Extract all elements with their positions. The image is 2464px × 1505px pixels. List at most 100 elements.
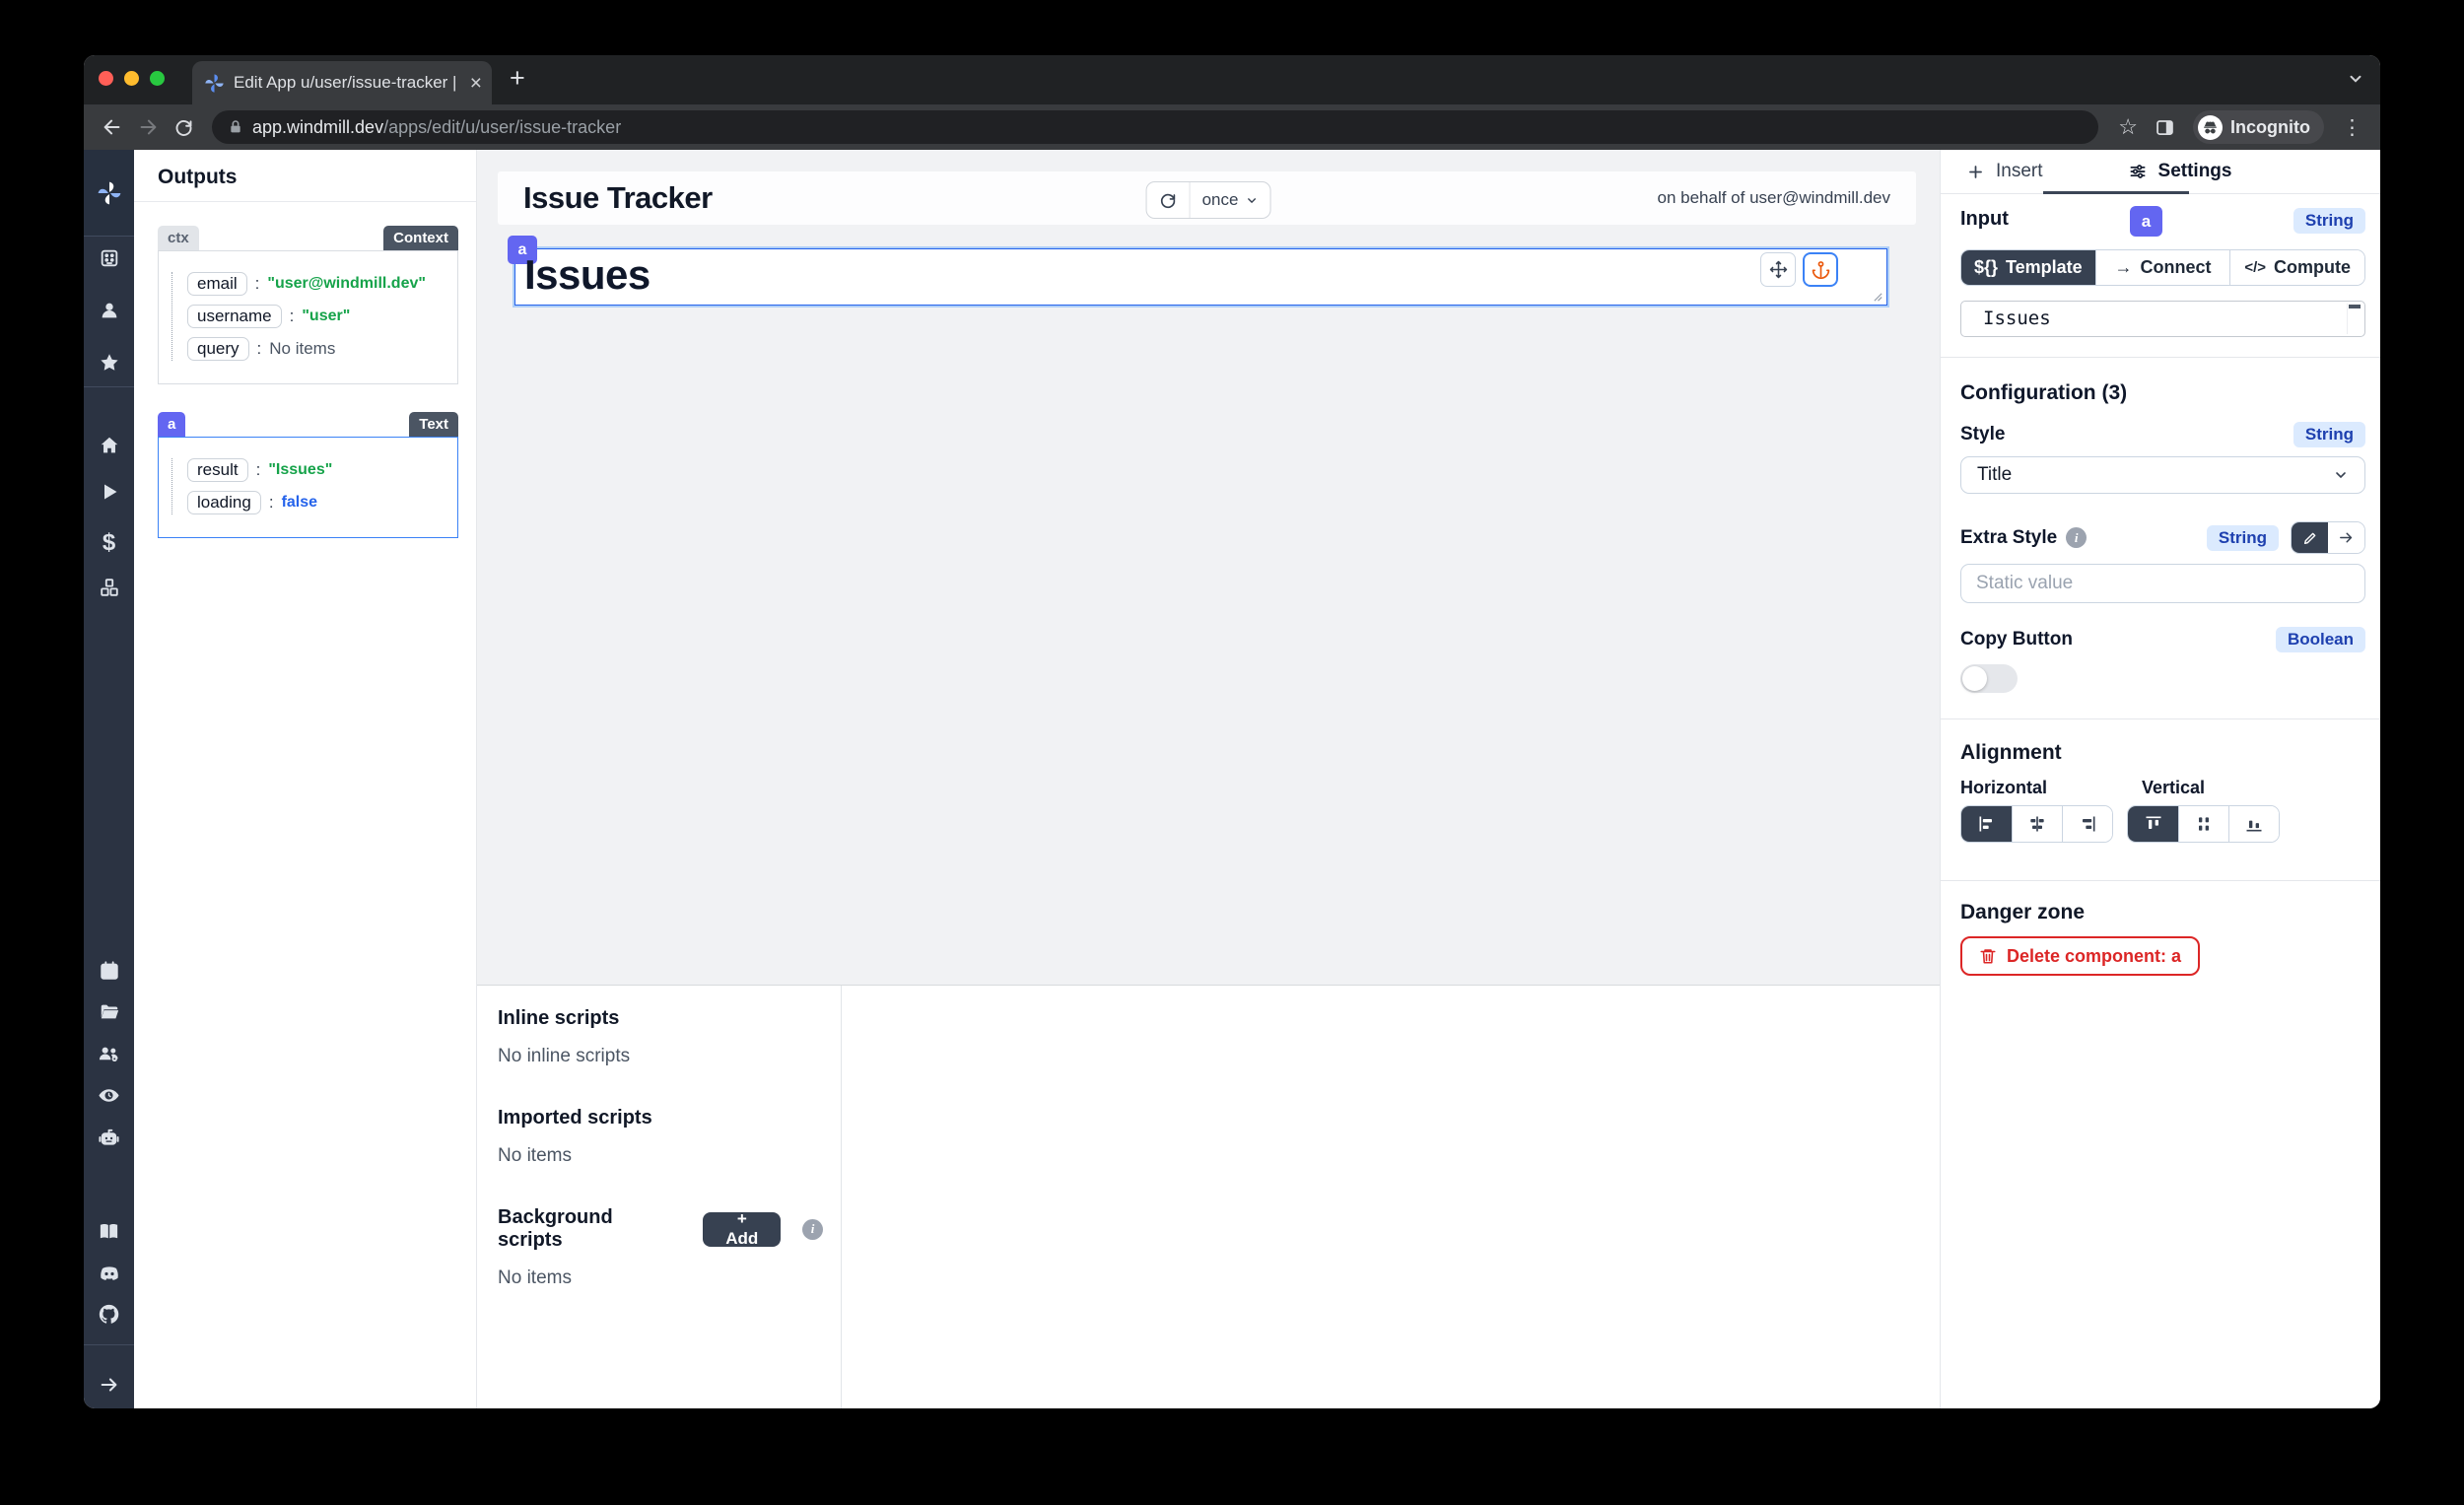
static-edit-button[interactable] (2292, 522, 2328, 553)
anchor-handle[interactable] (1803, 252, 1838, 287)
move-icon (1769, 260, 1788, 279)
pencil-icon (2302, 530, 2318, 546)
move-handle[interactable] (1760, 252, 1796, 287)
sidebar-github-icon[interactable] (84, 1303, 134, 1326)
output-value: No items (269, 339, 335, 359)
windmill-favicon-icon (204, 73, 225, 94)
connect-tab-button[interactable]: → Connect (2095, 250, 2230, 285)
output-key[interactable]: result (187, 458, 248, 482)
side-panel-icon[interactable] (2150, 112, 2179, 142)
compute-tab-button[interactable]: </> Compute (2229, 250, 2364, 285)
align-center-v-button[interactable] (2178, 806, 2228, 842)
input-type-badge: String (2293, 208, 2365, 234)
traffic-zoom-button[interactable] (150, 71, 165, 86)
reload-icon[interactable] (169, 112, 198, 142)
template-tab-button[interactable]: ${} Template (1961, 250, 2095, 285)
url-host: app.windmill.dev (252, 117, 383, 137)
sidebar-variables-icon[interactable]: $ (84, 529, 134, 557)
sliders-icon (2128, 162, 2148, 181)
component-a-tab[interactable]: a (158, 412, 185, 437)
arrow-right-icon (2338, 529, 2355, 546)
refresh-icon (1159, 191, 1178, 210)
refresh-mode-dropdown[interactable]: once (1191, 182, 1270, 218)
traffic-close-button[interactable] (99, 71, 113, 86)
sidebar-groups-icon[interactable] (84, 1043, 134, 1065)
tab-insert[interactable]: Insert (1954, 150, 2055, 193)
output-key[interactable]: username (187, 305, 282, 328)
inline-scripts-title: Inline scripts (498, 1007, 823, 1030)
editor-minimap (2347, 304, 2361, 334)
tab-settings[interactable]: Settings (2116, 150, 2244, 193)
info-icon[interactable]: i (2066, 527, 2087, 548)
plus-icon (1966, 163, 1985, 181)
align-bottom-button[interactable] (2228, 806, 2279, 842)
sidebar-user-icon[interactable] (84, 300, 134, 321)
workspace-rail: $ (84, 150, 134, 1408)
new-tab-button[interactable]: + (510, 63, 525, 94)
outputs-panel: Outputs ctx Context email (134, 150, 477, 1408)
template-editor[interactable]: Issues (1960, 301, 2365, 337)
sidebar-favorites-icon[interactable] (84, 352, 134, 374)
style-type-badge: String (2293, 422, 2365, 447)
windmill-logo-icon[interactable] (84, 150, 134, 237)
tab-search-chevron-icon[interactable] (2347, 70, 2364, 88)
sidebar-home-icon[interactable] (84, 435, 134, 456)
component-id-badge: a (2130, 206, 2162, 237)
browser-tab[interactable]: Edit App u/user/issue-tracker | × (192, 61, 492, 104)
tab-close-icon[interactable]: × (470, 73, 482, 94)
output-key[interactable]: email (187, 272, 247, 296)
sidebar-docs-icon[interactable] (84, 1220, 134, 1243)
connect-value-button[interactable] (2328, 522, 2364, 553)
refresh-control: once (1146, 181, 1271, 219)
sidebar-apps-icon[interactable] (84, 247, 134, 269)
style-select[interactable]: Title (1960, 456, 2365, 494)
output-key[interactable]: loading (187, 491, 261, 514)
traffic-minimize-button[interactable] (124, 71, 139, 86)
sidebar-resources-icon[interactable] (84, 577, 134, 598)
ctx-tab[interactable]: ctx (158, 226, 199, 250)
sidebar-workers-icon[interactable] (84, 1126, 134, 1148)
browser-menu-icon[interactable]: ⋮ (2338, 117, 2366, 138)
add-background-script-button[interactable]: + Add (703, 1212, 781, 1247)
component-output-block: a Text result : "Issues" (158, 412, 458, 538)
bookmark-star-icon[interactable]: ☆ (2118, 114, 2138, 140)
output-row: username : "user" (187, 305, 449, 328)
sidebar-audit-icon[interactable] (84, 1084, 134, 1107)
align-left-button[interactable] (1961, 806, 2012, 842)
input-kind-switch: ${} Template → Connect </> Compute (1960, 249, 2365, 286)
extra-style-input[interactable] (1960, 564, 2365, 603)
refresh-button[interactable] (1147, 182, 1190, 218)
sidebar-runs-icon[interactable] (84, 482, 134, 502)
inline-scripts-empty: No inline scripts (498, 1046, 823, 1067)
align-center-h-button[interactable] (2012, 806, 2062, 842)
static-dynamic-switch (2291, 521, 2365, 554)
forward-icon[interactable] (133, 112, 163, 142)
output-value: "Issues" (268, 461, 332, 479)
sidebar-discord-icon[interactable] (84, 1262, 134, 1285)
browser-window: Edit App u/user/issue-tracker | × + (84, 55, 2380, 1408)
component-text: Issues (524, 251, 650, 299)
copy-button-toggle[interactable] (1960, 664, 2018, 693)
align-top-button[interactable] (2128, 806, 2178, 842)
output-key[interactable]: query (187, 337, 249, 361)
resize-handle[interactable] (1873, 292, 1883, 303)
address-bar[interactable]: app.windmill.dev/apps/edit/u/user/issue-… (212, 110, 2098, 144)
info-icon[interactable]: i (802, 1219, 823, 1240)
arrow-right-icon: → (2115, 257, 2133, 278)
app-canvas[interactable]: Issue Tracker on behalf of user@windmill… (477, 150, 1940, 985)
background-scripts-empty: No items (498, 1267, 823, 1289)
sidebar-schedules-icon[interactable] (84, 960, 134, 982)
template-sigil-icon: ${} (1974, 257, 1998, 278)
back-icon[interactable] (98, 112, 127, 142)
lock-icon (228, 119, 243, 135)
copy-button-label: Copy Button (1960, 629, 2073, 650)
output-value: false (282, 494, 317, 512)
sidebar-folders-icon[interactable] (84, 1001, 134, 1023)
delete-component-button[interactable]: Delete component: a (1960, 936, 2200, 976)
incognito-badge: Incognito (2193, 110, 2324, 144)
text-component-a[interactable]: a Issues (514, 248, 1887, 306)
sidebar-collapse-icon[interactable] (84, 1374, 134, 1396)
horizontal-label: Horizontal (1960, 778, 2047, 798)
align-right-button[interactable] (2062, 806, 2112, 842)
context-type-badge: Context (383, 226, 458, 250)
